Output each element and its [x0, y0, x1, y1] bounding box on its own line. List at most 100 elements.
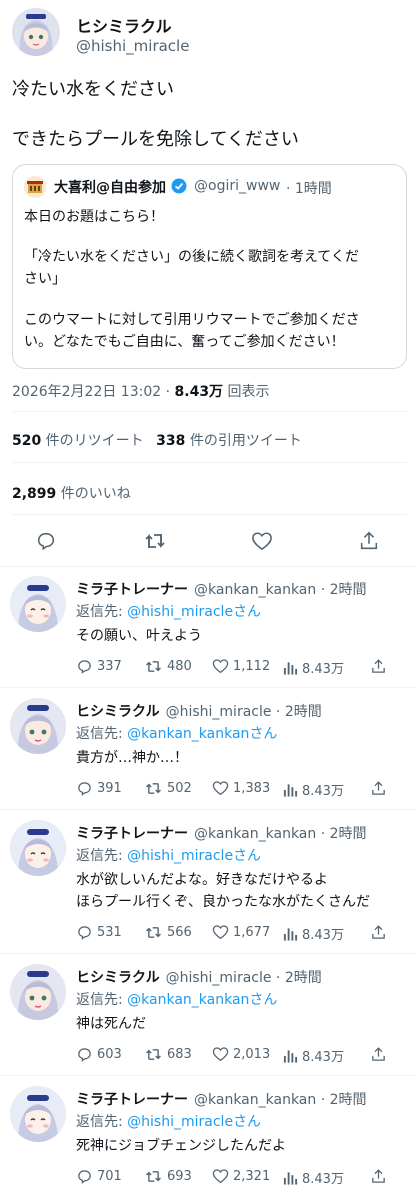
retweets-link[interactable]: 520 件のリツイート	[12, 433, 144, 449]
trainer-avatar-icon	[10, 820, 66, 876]
replying-to-link[interactable]: @hishi_miracle	[127, 1114, 233, 1130]
reply-avatar[interactable]	[10, 576, 66, 632]
divider	[12, 462, 407, 463]
reply-author-name[interactable]: ミラ子トレーナー	[76, 826, 188, 842]
like-icon	[212, 925, 229, 940]
like-count-button[interactable]: 1,677	[212, 924, 270, 940]
replying-suffix: さん	[233, 1114, 262, 1130]
quoted-time: · 1時間	[286, 181, 332, 197]
reply-avatar[interactable]	[10, 820, 66, 876]
likes-link[interactable]: 2,899 件のいいね	[12, 483, 131, 503]
reply-author-handle[interactable]: @kankan_kankan · 2時間	[194, 582, 367, 598]
reply-avatar[interactable]	[10, 698, 66, 754]
like-count-button[interactable]: 1,112	[212, 658, 270, 674]
reply-header: ヒシミラクル @hishi_miracle · 2時間	[76, 967, 322, 987]
retweet-count-button[interactable]: 502	[144, 780, 192, 797]
reply-count: 391	[97, 781, 122, 796]
reply-text-line: 水が欲しいんだよな。好きなだけやるよ	[76, 872, 328, 888]
replying-to-link[interactable]: @kankan_kankan	[127, 726, 249, 742]
hishi-avatar-icon	[10, 698, 66, 754]
views-icon	[283, 661, 298, 675]
quotes-link[interactable]: 338 件の引用ツイート	[156, 433, 302, 449]
like-count-button[interactable]: 2,013	[212, 1046, 270, 1062]
quoted-author-handle[interactable]: @ogiri_www	[194, 178, 280, 194]
share-button[interactable]	[370, 1168, 391, 1185]
retweet-icon	[146, 1171, 161, 1182]
reply-header: ミラ子トレーナー @kankan_kankan · 2時間	[76, 579, 367, 599]
like-icon[interactable]	[251, 531, 273, 555]
reply-icon	[78, 660, 91, 674]
likes-count: 2,899	[12, 486, 57, 502]
replying-to: 返信先: @hishi_miracleさん	[76, 845, 261, 865]
views-count: 8.43万	[302, 1050, 344, 1065]
replying-prefix: 返信先:	[76, 604, 128, 620]
divider	[0, 809, 417, 810]
views-count-button[interactable]: 8.43万	[283, 1046, 344, 1065]
reply-author-handle[interactable]: @hishi_miracle · 2時間	[166, 970, 322, 986]
reply-count-button[interactable]: 337	[76, 658, 122, 675]
replying-to-link[interactable]: @kankan_kankan	[127, 992, 249, 1008]
retweet-count-button[interactable]: 480	[144, 658, 192, 675]
reply-count-button[interactable]: 701	[76, 1168, 122, 1185]
quoted-line2: 「冷たい水をください」の後に続く歌詞を考えてくだ	[24, 249, 359, 265]
share-icon	[372, 925, 385, 939]
views-count-button[interactable]: 8.43万	[283, 658, 344, 677]
like-count-button[interactable]: 2,321	[212, 1168, 270, 1184]
replying-suffix: さん	[233, 848, 262, 864]
retweet-count: 566	[167, 925, 192, 940]
reply-icon	[78, 1170, 91, 1184]
retweet-count-button[interactable]: 683	[144, 1046, 192, 1063]
reply-text-line: 神は死んだ	[76, 1016, 146, 1032]
reply-author-name[interactable]: ミラ子トレーナー	[76, 1092, 188, 1108]
retweet-count-button[interactable]: 693	[144, 1168, 192, 1185]
like-icon	[212, 659, 229, 674]
retweet-count: 502	[167, 781, 192, 796]
likes-label: 件のいいね	[56, 486, 131, 502]
quoted-author-name[interactable]: 大喜利@自由参加	[54, 177, 166, 197]
reply-count-button[interactable]: 391	[76, 780, 122, 797]
retweet-icon	[146, 661, 161, 672]
reply-author-handle[interactable]: @hishi_miracle · 2時間	[166, 704, 322, 720]
reply-author-name[interactable]: ヒシミラクル	[76, 970, 160, 986]
views-icon	[283, 1049, 298, 1063]
share-icon[interactable]	[358, 530, 380, 556]
views-count: 8.43万	[302, 662, 344, 677]
reply-author-name[interactable]: ミラ子トレーナー	[76, 582, 188, 598]
replying-suffix: さん	[233, 604, 262, 620]
like-count-button[interactable]: 1,383	[212, 780, 270, 796]
reply-author-name[interactable]: ヒシミラクル	[76, 704, 160, 720]
replying-to-link[interactable]: @hishi_miracle	[127, 848, 233, 864]
reply-text: 水が欲しいんだよな。好きなだけやるよ ほらプール行くぞ、良かったな水がたくさんだ	[76, 869, 411, 913]
author-name[interactable]: ヒシミラクル	[76, 13, 172, 37]
share-button[interactable]	[370, 780, 391, 797]
author-avatar[interactable]	[12, 8, 60, 56]
views-count-button[interactable]: 8.43万	[283, 780, 344, 799]
share-button[interactable]	[370, 924, 391, 941]
reply-author-handle[interactable]: @kankan_kankan · 2時間	[194, 826, 367, 842]
tweet-meta: 2026年2月22日 13:02 · 8.43万 回表示	[12, 381, 270, 401]
divider	[0, 1075, 417, 1076]
reply-avatar[interactable]	[10, 1086, 66, 1142]
quoted-avatar[interactable]	[24, 176, 46, 198]
reply-count-button[interactable]: 531	[76, 924, 122, 941]
share-button[interactable]	[370, 658, 391, 675]
author-handle[interactable]: @hishi_miracle	[76, 37, 189, 55]
replying-to-link[interactable]: @hishi_miracle	[127, 604, 233, 620]
views-count-button[interactable]: 8.43万	[283, 924, 344, 943]
reply-author-handle[interactable]: @kankan_kankan · 2時間	[194, 1092, 367, 1108]
reply-avatar[interactable]	[10, 964, 66, 1020]
timestamp[interactable]: 2026年2月22日 13:02	[12, 384, 161, 400]
retweet-count-button[interactable]: 566	[144, 924, 192, 941]
reply-header: ミラ子トレーナー @kankan_kankan · 2時間	[76, 823, 367, 843]
share-icon	[372, 1047, 385, 1061]
retweet-icon[interactable]	[143, 530, 167, 556]
views-count-button[interactable]: 8.43万	[283, 1168, 344, 1187]
share-button[interactable]	[370, 1046, 391, 1063]
retweet-count: 480	[167, 659, 192, 674]
reply-icon[interactable]	[35, 530, 57, 556]
replying-prefix: 返信先:	[76, 726, 128, 742]
retweet-icon	[146, 1049, 161, 1060]
reply-count-button[interactable]: 603	[76, 1046, 122, 1063]
reply-text: 死神にジョブチェンジしたんだよ	[76, 1135, 411, 1157]
reply-text: 神は死んだ	[76, 1013, 411, 1035]
